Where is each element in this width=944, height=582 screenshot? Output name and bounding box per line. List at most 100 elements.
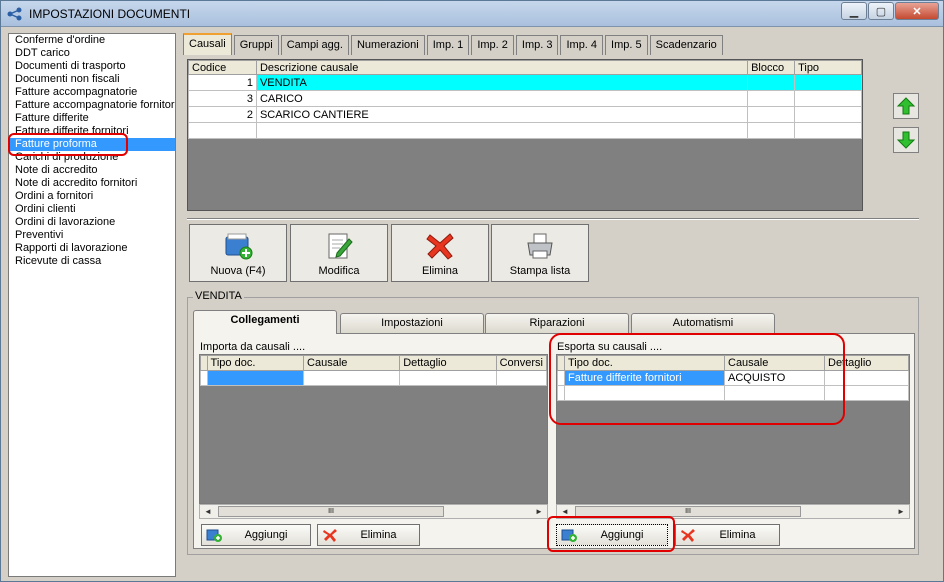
cell-conversione[interactable] xyxy=(495,370,547,386)
maximize-button[interactable]: ▢ xyxy=(868,2,894,20)
scroll-left-icon[interactable]: ◄ xyxy=(201,505,215,518)
list-item[interactable]: Ordini a fornitori xyxy=(9,190,175,203)
elimina-button[interactable]: Elimina xyxy=(391,224,489,282)
col-header-dettaglio[interactable]: Dettaglio xyxy=(824,355,909,371)
table-row[interactable]: 1 VENDITA xyxy=(188,74,862,91)
minimize-button[interactable]: ▁ xyxy=(841,2,867,20)
col-header-causale[interactable]: Causale xyxy=(724,355,825,371)
cell-dettaglio[interactable] xyxy=(399,370,497,386)
cell-tipo-doc[interactable] xyxy=(206,370,305,386)
tab-numerazioni[interactable]: Numerazioni xyxy=(350,35,425,55)
col-header-descrizione[interactable]: Descrizione causale xyxy=(255,60,749,75)
tab-collegamenti[interactable]: Collegamenti xyxy=(193,310,337,334)
col-header-codice[interactable]: Codice xyxy=(188,60,257,75)
cell-tipo-doc[interactable]: Fatture differite fornitori xyxy=(564,370,725,386)
list-item[interactable]: Fatture differite xyxy=(9,112,175,125)
esporta-elimina-button[interactable]: Elimina xyxy=(675,524,780,546)
table-row[interactable]: Fatture differite fornitori ACQUISTO xyxy=(557,370,909,386)
list-item[interactable]: Conferme d'ordine xyxy=(9,34,175,47)
cell-codice[interactable]: 2 xyxy=(188,106,257,123)
list-item[interactable]: Ordini clienti xyxy=(9,203,175,216)
table-row-empty[interactable] xyxy=(188,122,862,139)
list-item[interactable]: Documenti di trasporto xyxy=(9,60,175,73)
move-up-button[interactable] xyxy=(893,93,919,119)
list-item[interactable]: Documenti non fiscali xyxy=(9,73,175,86)
tab-imp-5[interactable]: Imp. 5 xyxy=(605,35,648,55)
cell-codice[interactable]: 1 xyxy=(188,74,257,91)
cell-blocco[interactable] xyxy=(747,74,796,91)
list-item[interactable]: DDT carico xyxy=(9,47,175,60)
scroll-thumb[interactable]: III xyxy=(575,506,801,517)
cell-descrizione[interactable] xyxy=(255,122,749,139)
cell-blocco[interactable] xyxy=(747,90,796,107)
esporta-aggiungi-button[interactable]: Aggiungi xyxy=(556,524,668,546)
list-item[interactable]: Fatture accompagnatorie xyxy=(9,86,175,99)
col-header-conversione[interactable]: Conversi xyxy=(495,355,547,371)
scroll-right-icon[interactable]: ► xyxy=(894,505,908,518)
cell-descrizione[interactable]: CARICO xyxy=(255,90,749,107)
tab-imp-1[interactable]: Imp. 1 xyxy=(426,35,470,55)
modifica-button[interactable]: Modifica xyxy=(290,224,388,282)
list-item[interactable]: Ordini di lavorazione xyxy=(9,216,175,229)
table-row-empty[interactable] xyxy=(557,385,909,401)
cell-dettaglio[interactable] xyxy=(824,370,909,386)
tab-gruppi[interactable]: Gruppi xyxy=(233,35,279,55)
importa-horizontal-scrollbar[interactable]: ◄ III ► xyxy=(199,504,548,519)
list-item[interactable]: Fatture proforma xyxy=(9,138,175,151)
cell-tipo[interactable] xyxy=(794,106,862,123)
scroll-thumb[interactable]: III xyxy=(218,506,444,517)
cell-blocco[interactable] xyxy=(747,122,796,139)
cell-blocco[interactable] xyxy=(747,106,796,123)
tab-scadenzario[interactable]: Scadenzario xyxy=(649,35,723,55)
list-item[interactable]: Rapporti di lavorazione xyxy=(9,242,175,255)
col-header-tipo-doc[interactable]: Tipo doc. xyxy=(206,355,305,371)
tab-causali[interactable]: Causali xyxy=(183,33,232,55)
cell-codice[interactable]: 3 xyxy=(188,90,257,107)
tab-impostazioni[interactable]: Impostazioni xyxy=(340,313,484,333)
close-button[interactable]: ✕ xyxy=(895,2,939,20)
tab-imp-3[interactable]: Imp. 3 xyxy=(515,35,559,55)
col-header-tipo-doc[interactable]: Tipo doc. xyxy=(564,355,725,371)
tab-imp-4[interactable]: Imp. 4 xyxy=(560,35,604,55)
cell-causale[interactable] xyxy=(724,385,825,401)
cell-causale[interactable]: ACQUISTO xyxy=(724,370,825,386)
cell-tipo[interactable] xyxy=(794,122,862,139)
col-header-tipo[interactable]: Tipo xyxy=(794,60,862,75)
importa-grid[interactable]: Tipo doc. Causale Dettaglio Conversi xyxy=(199,354,548,504)
scroll-left-icon[interactable]: ◄ xyxy=(558,505,572,518)
col-header-causale[interactable]: Causale xyxy=(303,355,401,371)
tab-automatismi[interactable]: Automatismi xyxy=(631,313,775,333)
nuova-button[interactable]: Nuova (F4) xyxy=(189,224,287,282)
esporta-horizontal-scrollbar[interactable]: ◄ III ► xyxy=(556,504,910,519)
document-type-list[interactable]: Conferme d'ordine DDT carico Documenti di … xyxy=(8,33,176,577)
table-row[interactable] xyxy=(200,370,547,386)
cell-tipo-doc[interactable] xyxy=(564,385,725,401)
table-row[interactable]: 3 CARICO xyxy=(188,90,862,107)
list-item[interactable]: Note di accredito fornitori xyxy=(9,177,175,190)
causali-grid[interactable]: Codice Descrizione causale Blocco Tipo 1… xyxy=(187,59,863,211)
move-down-button[interactable] xyxy=(893,127,919,153)
col-header-blocco[interactable]: Blocco xyxy=(747,60,796,75)
tab-riparazioni[interactable]: Riparazioni xyxy=(485,313,629,333)
stampa-lista-button[interactable]: Stampa lista xyxy=(491,224,589,282)
cell-tipo[interactable] xyxy=(794,90,862,107)
scroll-right-icon[interactable]: ► xyxy=(532,505,546,518)
esporta-grid[interactable]: Tipo doc. Causale Dettaglio Fatture diff… xyxy=(556,354,910,504)
table-row[interactable]: 2 SCARICO CANTIERE xyxy=(188,106,862,123)
list-item[interactable]: Fatture differite fornitori xyxy=(9,125,175,138)
col-header-dettaglio[interactable]: Dettaglio xyxy=(399,355,497,371)
cell-dettaglio[interactable] xyxy=(824,385,909,401)
list-item[interactable]: Note di accredito xyxy=(9,164,175,177)
cell-codice[interactable] xyxy=(188,122,257,139)
tab-imp-2[interactable]: Imp. 2 xyxy=(471,35,514,55)
importa-aggiungi-button[interactable]: Aggiungi xyxy=(201,524,311,546)
cell-causale[interactable] xyxy=(303,370,401,386)
cell-descrizione[interactable]: SCARICO CANTIERE xyxy=(255,106,749,123)
importa-elimina-button[interactable]: Elimina xyxy=(317,524,420,546)
list-item[interactable]: Ricevute di cassa xyxy=(9,255,175,268)
tab-campi-agg[interactable]: Campi agg. xyxy=(280,35,349,55)
cell-descrizione[interactable]: VENDITA xyxy=(255,74,749,91)
cell-tipo[interactable] xyxy=(794,74,862,91)
list-item[interactable]: Fatture accompagnatorie fornitori xyxy=(9,99,175,112)
list-item[interactable]: Preventivi xyxy=(9,229,175,242)
